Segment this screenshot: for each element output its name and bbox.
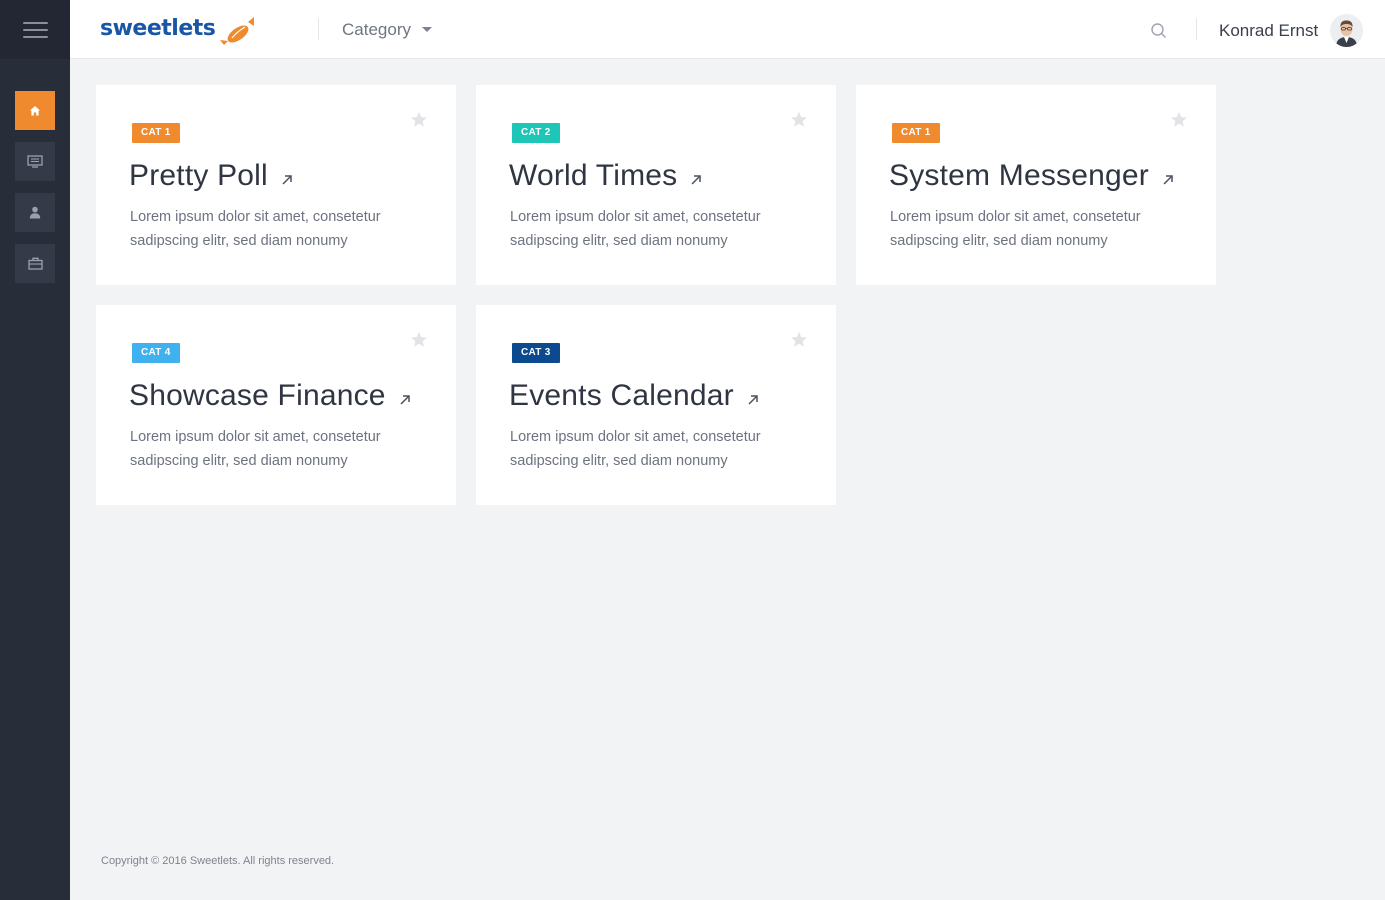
- category-badge: CAT 4: [132, 343, 180, 363]
- user-avatar-icon: [1330, 14, 1363, 47]
- card-description: Lorem ipsum dolor sit amet, consetetur s…: [130, 209, 381, 249]
- category-badge: CAT 1: [132, 123, 180, 143]
- project-card[interactable]: CAT 4 Showcase Finance Lorem ipsum dolor…: [96, 305, 456, 505]
- star-icon[interactable]: [410, 111, 428, 128]
- star-icon[interactable]: [1170, 111, 1188, 128]
- card-title: World Times: [509, 159, 678, 192]
- card-title: System Messenger: [889, 159, 1149, 192]
- external-link-arrow-icon: [691, 175, 702, 185]
- project-card[interactable]: CAT 2 World Times Lorem ipsum dolor sit …: [476, 85, 836, 285]
- card-description: Lorem ipsum dolor sit amet, consetetur s…: [130, 429, 381, 469]
- hamburger-icon: [22, 21, 48, 38]
- star-icon[interactable]: [410, 331, 428, 348]
- card-title-row: Showcase Finance: [129, 379, 411, 413]
- card-title: Pretty Poll: [129, 159, 268, 192]
- external-link-arrow-icon: [748, 395, 758, 405]
- card-title-row: World Times: [509, 159, 702, 193]
- sidebar-item-projects[interactable]: [15, 244, 55, 283]
- card-description: Lorem ipsum dolor sit amet, consetetur s…: [890, 209, 1141, 249]
- sidebar-item-messages[interactable]: [15, 142, 55, 181]
- card-description: Lorem ipsum dolor sit amet, consetetur s…: [510, 209, 761, 249]
- sidebar: [0, 0, 70, 900]
- project-card[interactable]: CAT 1 Pretty Poll Lorem ipsum dolor sit …: [96, 85, 456, 285]
- candy-icon: [220, 17, 255, 45]
- chevron-down-icon: [421, 27, 432, 32]
- sidebar-item-home[interactable]: [15, 91, 55, 130]
- card-title-row: Pretty Poll: [129, 159, 293, 193]
- category-badge: CAT 3: [512, 343, 560, 363]
- sidebar-item-users[interactable]: [15, 193, 55, 232]
- footer-copyright: Copyright © 2016 Sweetlets. All rights r…: [101, 855, 335, 867]
- card-title-row: System Messenger: [889, 159, 1174, 193]
- category-badge: CAT 2: [512, 123, 560, 143]
- logo-text: sweetlets: [100, 16, 216, 41]
- logo[interactable]: sweetlets: [100, 12, 264, 50]
- card-title: Showcase Finance: [129, 379, 386, 412]
- card-title-row: Events Calendar: [509, 379, 759, 413]
- search-icon[interactable]: [1150, 22, 1168, 40]
- top-bar: sweetlets Category Konrad Ernst: [70, 0, 1385, 59]
- star-icon[interactable]: [790, 331, 808, 348]
- external-link-arrow-icon: [282, 175, 292, 185]
- star-icon[interactable]: [790, 111, 808, 128]
- card-description: Lorem ipsum dolor sit amet, consetetur s…: [510, 429, 761, 469]
- avatar[interactable]: [1330, 14, 1363, 47]
- project-card[interactable]: CAT 1 System Messenger Lorem ipsum dolor…: [856, 85, 1216, 285]
- header-divider: [1196, 18, 1197, 40]
- header-divider: [318, 18, 319, 40]
- monitor-icon: [27, 155, 43, 168]
- card-title: Events Calendar: [509, 379, 734, 412]
- category-dropdown[interactable]: Category: [342, 0, 432, 59]
- category-label: Category: [342, 19, 411, 39]
- external-link-arrow-icon: [400, 395, 410, 405]
- home-icon: [30, 105, 40, 115]
- menu-toggle-button[interactable]: [0, 0, 70, 59]
- user-icon: [29, 206, 41, 219]
- external-link-arrow-icon: [1163, 175, 1173, 185]
- user-name[interactable]: Konrad Ernst: [1219, 0, 1318, 59]
- project-card[interactable]: CAT 3 Events Calendar Lorem ipsum dolor …: [476, 305, 836, 505]
- briefcase-icon: [27, 257, 43, 270]
- category-badge: CAT 1: [892, 123, 940, 143]
